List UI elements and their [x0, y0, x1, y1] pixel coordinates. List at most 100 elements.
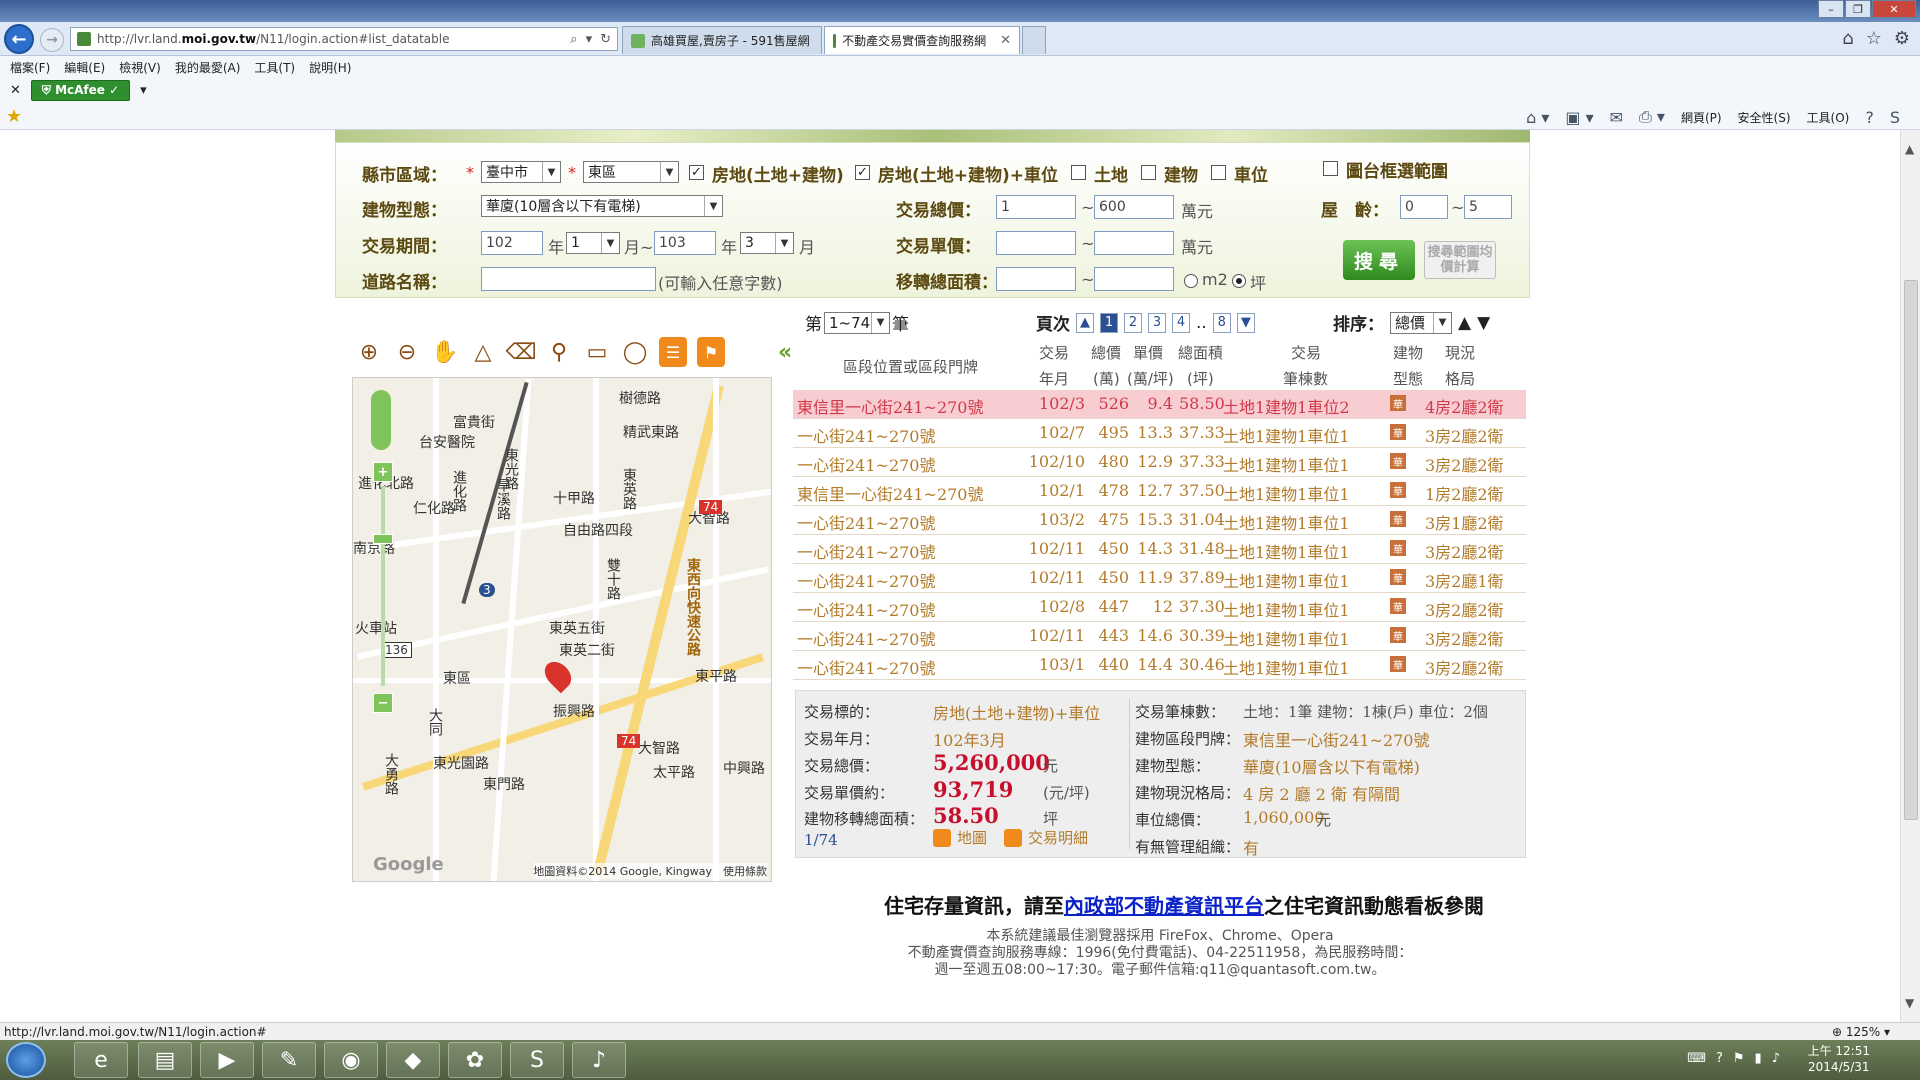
- table-row[interactable]: 一心街241~270號 102/11 443 14.6 30.39 土地1建物1車位1 華 3…: [793, 622, 1526, 651]
- table-row[interactable]: 一心街241~270號 102/8 447 12 37.30 土地1建物1車位1 華 3房2廳…: [793, 593, 1526, 622]
- print-icon[interactable]: ⎙ ▾: [1639, 107, 1665, 127]
- start-month-select[interactable]: 1 ▼: [566, 232, 620, 254]
- zoom-out-icon[interactable]: ⊖: [393, 337, 421, 367]
- age-min-input[interactable]: 0: [1400, 195, 1448, 219]
- home-icon[interactable]: ⌂: [1842, 28, 1853, 49]
- range-select[interactable]: 1~74 ▼: [824, 311, 890, 334]
- menu-view[interactable]: 檢視(V): [119, 59, 161, 76]
- maximize-button[interactable]: ❐: [1845, 0, 1871, 18]
- map-link[interactable]: 地圖: [933, 827, 987, 848]
- map-marker-icon[interactable]: [539, 656, 577, 694]
- checkbox-land-building[interactable]: ✓: [689, 165, 704, 180]
- favorites-star-icon[interactable]: ☆: [1866, 28, 1882, 49]
- clear-icon[interactable]: ⌫: [505, 337, 536, 367]
- radio-m2[interactable]: [1184, 274, 1198, 288]
- page-2[interactable]: 2: [1124, 312, 1142, 333]
- mail-icon[interactable]: ✉: [1610, 108, 1623, 127]
- search-icon[interactable]: ⌕: [570, 32, 577, 47]
- total-price-min-input[interactable]: 1: [996, 195, 1076, 219]
- close-addon-icon[interactable]: ✕: [10, 83, 21, 98]
- new-tab-button[interactable]: [1022, 26, 1046, 54]
- skype-icon[interactable]: S: [510, 1042, 564, 1078]
- page-4[interactable]: 4: [1172, 312, 1190, 333]
- help-icon[interactable]: ?: [1716, 1051, 1723, 1066]
- list-icon[interactable]: ☰: [659, 337, 687, 367]
- unit-price-max-input[interactable]: [1094, 231, 1174, 255]
- average-price-button[interactable]: 搜尋範圍均價計算: [1424, 241, 1496, 279]
- radio-ping[interactable]: [1232, 274, 1246, 288]
- start-year-input[interactable]: 102: [481, 231, 543, 255]
- area-min-input[interactable]: [996, 267, 1076, 291]
- page-8[interactable]: 8: [1212, 312, 1231, 333]
- cmd-tools[interactable]: 工具(O): [1807, 109, 1850, 126]
- address-text[interactable]: http://lvr.land.moi.gov.tw/N11/login.act…: [97, 32, 570, 46]
- menu-edit[interactable]: 編輯(E): [64, 59, 105, 76]
- app-icon[interactable]: ◆: [386, 1042, 440, 1078]
- locate-icon[interactable]: ⚲: [545, 337, 573, 367]
- map-credit[interactable]: 地圖資料©2014 Google, Kingway 使用條款: [533, 863, 767, 879]
- back-button[interactable]: ←: [4, 24, 34, 54]
- end-month-select[interactable]: 3 ▼: [740, 232, 794, 254]
- end-year-input[interactable]: 103: [654, 231, 716, 255]
- checkbox-land-building-parking[interactable]: ✓: [855, 165, 870, 180]
- next-page-icon[interactable]: ▼: [1236, 312, 1255, 333]
- address-bar[interactable]: http://lvr.land.moi.gov.tw/N11/login.act…: [70, 27, 618, 51]
- circle-select-icon[interactable]: ◯: [621, 337, 649, 367]
- checkbox-parking[interactable]: [1211, 165, 1226, 180]
- menu-help[interactable]: 說明(H): [309, 59, 351, 76]
- pan-hand-icon[interactable]: ✋: [431, 337, 459, 367]
- zoom-in-icon[interactable]: ⊕: [355, 337, 383, 367]
- district-select[interactable]: 東區 ▼: [583, 161, 679, 183]
- explorer-icon[interactable]: ▤: [138, 1042, 192, 1078]
- cmd-safety[interactable]: 安全性(S): [1738, 109, 1791, 126]
- zoom-slider[interactable]: [381, 486, 385, 686]
- pan-arrows-icon[interactable]: [371, 390, 391, 450]
- rect-select-icon[interactable]: ▭: [583, 337, 611, 367]
- home-page-icon[interactable]: ⌂ ▾: [1526, 108, 1549, 127]
- chrome-icon[interactable]: ◉: [324, 1042, 378, 1078]
- menu-tools[interactable]: 工具(T): [254, 59, 295, 76]
- total-price-max-input[interactable]: 600: [1094, 195, 1174, 219]
- table-row[interactable]: 一心街241~270號 102/7 495 13.3 37.33 土地1建物1車位1 華 3房…: [793, 419, 1526, 448]
- app-icon[interactable]: ✎: [262, 1042, 316, 1078]
- help-icon[interactable]: ?: [1865, 108, 1874, 127]
- rss-icon[interactable]: ▣ ▾: [1565, 108, 1593, 127]
- tab-591[interactable]: 高雄買屋,賣房子 - 591售屋網: [622, 26, 822, 54]
- checkbox-land[interactable]: [1071, 165, 1086, 180]
- skype-icon[interactable]: S: [1890, 108, 1900, 127]
- sort-desc-icon[interactable]: ▼: [1477, 313, 1490, 333]
- menu-favorites[interactable]: 我的最愛(A): [175, 59, 241, 76]
- vertical-scrollbar[interactable]: ▲ ▼: [1900, 130, 1920, 1022]
- city-select[interactable]: 臺中市 ▼: [481, 161, 561, 183]
- sort-asc-icon[interactable]: ▲: [1458, 313, 1471, 333]
- ie-icon[interactable]: e: [74, 1042, 128, 1078]
- close-tab-icon[interactable]: ✕: [1000, 33, 1011, 48]
- detail-link[interactable]: 交易明細: [1004, 827, 1088, 848]
- map-pin-icon[interactable]: ⚑: [697, 337, 725, 367]
- building-type-select[interactable]: 華廈(10層含以下有電梯) ▼: [481, 195, 723, 217]
- collapse-map-icon[interactable]: «: [778, 340, 792, 365]
- age-max-input[interactable]: 5: [1464, 195, 1512, 219]
- app-icon[interactable]: ♪: [572, 1042, 626, 1078]
- checkbox-map-range[interactable]: [1323, 161, 1338, 176]
- app-icon[interactable]: ✿: [448, 1042, 502, 1078]
- checkbox-building[interactable]: [1141, 165, 1156, 180]
- mcafee-dropdown-icon[interactable]: ▾: [140, 83, 147, 98]
- table-row[interactable]: 東信里一心街241~270號 102/3 526 9.4 58.50 土地1建物1車位2 華…: [793, 390, 1526, 419]
- table-row[interactable]: 東信里一心街241~270號 102/1 478 12.7 37.50 土地1建物1車位1…: [793, 477, 1526, 506]
- area-max-input[interactable]: [1094, 267, 1174, 291]
- sort-select[interactable]: 總價 ▼: [1390, 311, 1452, 334]
- search-button[interactable]: 搜尋: [1343, 240, 1415, 280]
- menu-file[interactable]: 檔案(F): [10, 59, 50, 76]
- volume-icon[interactable]: ♪: [1772, 1051, 1780, 1066]
- media-player-icon[interactable]: ▶: [200, 1042, 254, 1078]
- add-favorite-icon[interactable]: ★: [6, 106, 22, 127]
- map-zoom-out-button[interactable]: −: [373, 693, 393, 713]
- gear-icon[interactable]: ⚙: [1894, 28, 1910, 49]
- table-row[interactable]: 一心街241~270號 103/2 475 15.3 31.04 土地1建物1車位1 華 3房…: [793, 506, 1526, 535]
- keyboard-icon[interactable]: ⌨: [1687, 1051, 1706, 1066]
- table-row[interactable]: 一心街241~270號 102/10 480 12.9 37.33 土地1建物1車位1 華 3…: [793, 448, 1526, 477]
- housing-info-link[interactable]: 內政部不動產資訊平台: [1064, 894, 1264, 918]
- mcafee-button[interactable]: ⛨ McAfee ✓: [30, 79, 131, 101]
- table-row[interactable]: 一心街241~270號 103/1 440 14.4 30.46 土地1建物1車位1 華 3房…: [793, 651, 1526, 680]
